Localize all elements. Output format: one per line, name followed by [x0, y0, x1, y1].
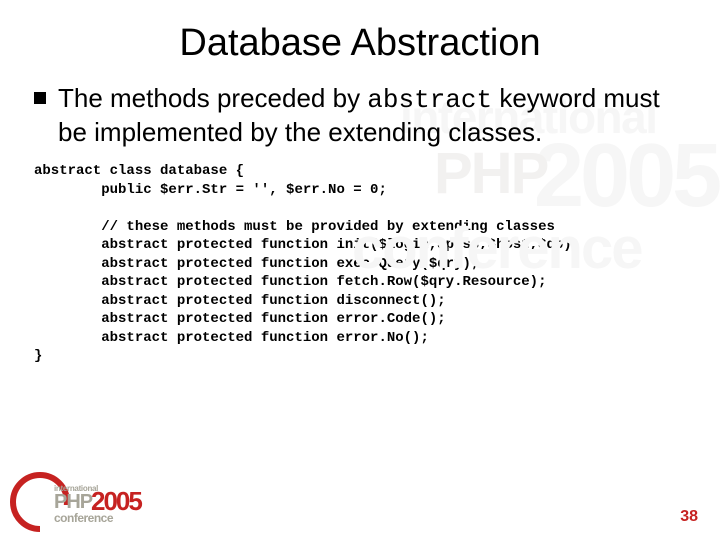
bullet-marker-icon — [34, 92, 46, 104]
bullet-item: The methods preceded by abstract keyword… — [58, 83, 660, 148]
slide-title: Database Abstraction — [0, 0, 720, 79]
slide: international 2005 PHP conference Databa… — [0, 0, 720, 540]
bullet-text-pre: The methods preceded by — [58, 83, 367, 113]
page-number: 38 — [680, 508, 698, 526]
code-block: abstract class database { public $err.St… — [34, 162, 720, 365]
conference-logo: international PHP 2005 conference — [18, 478, 148, 530]
footer: international PHP 2005 conference 38 — [0, 470, 720, 540]
logo-text-conference: conference — [54, 511, 113, 525]
bullet-keyword: abstract — [367, 85, 492, 115]
